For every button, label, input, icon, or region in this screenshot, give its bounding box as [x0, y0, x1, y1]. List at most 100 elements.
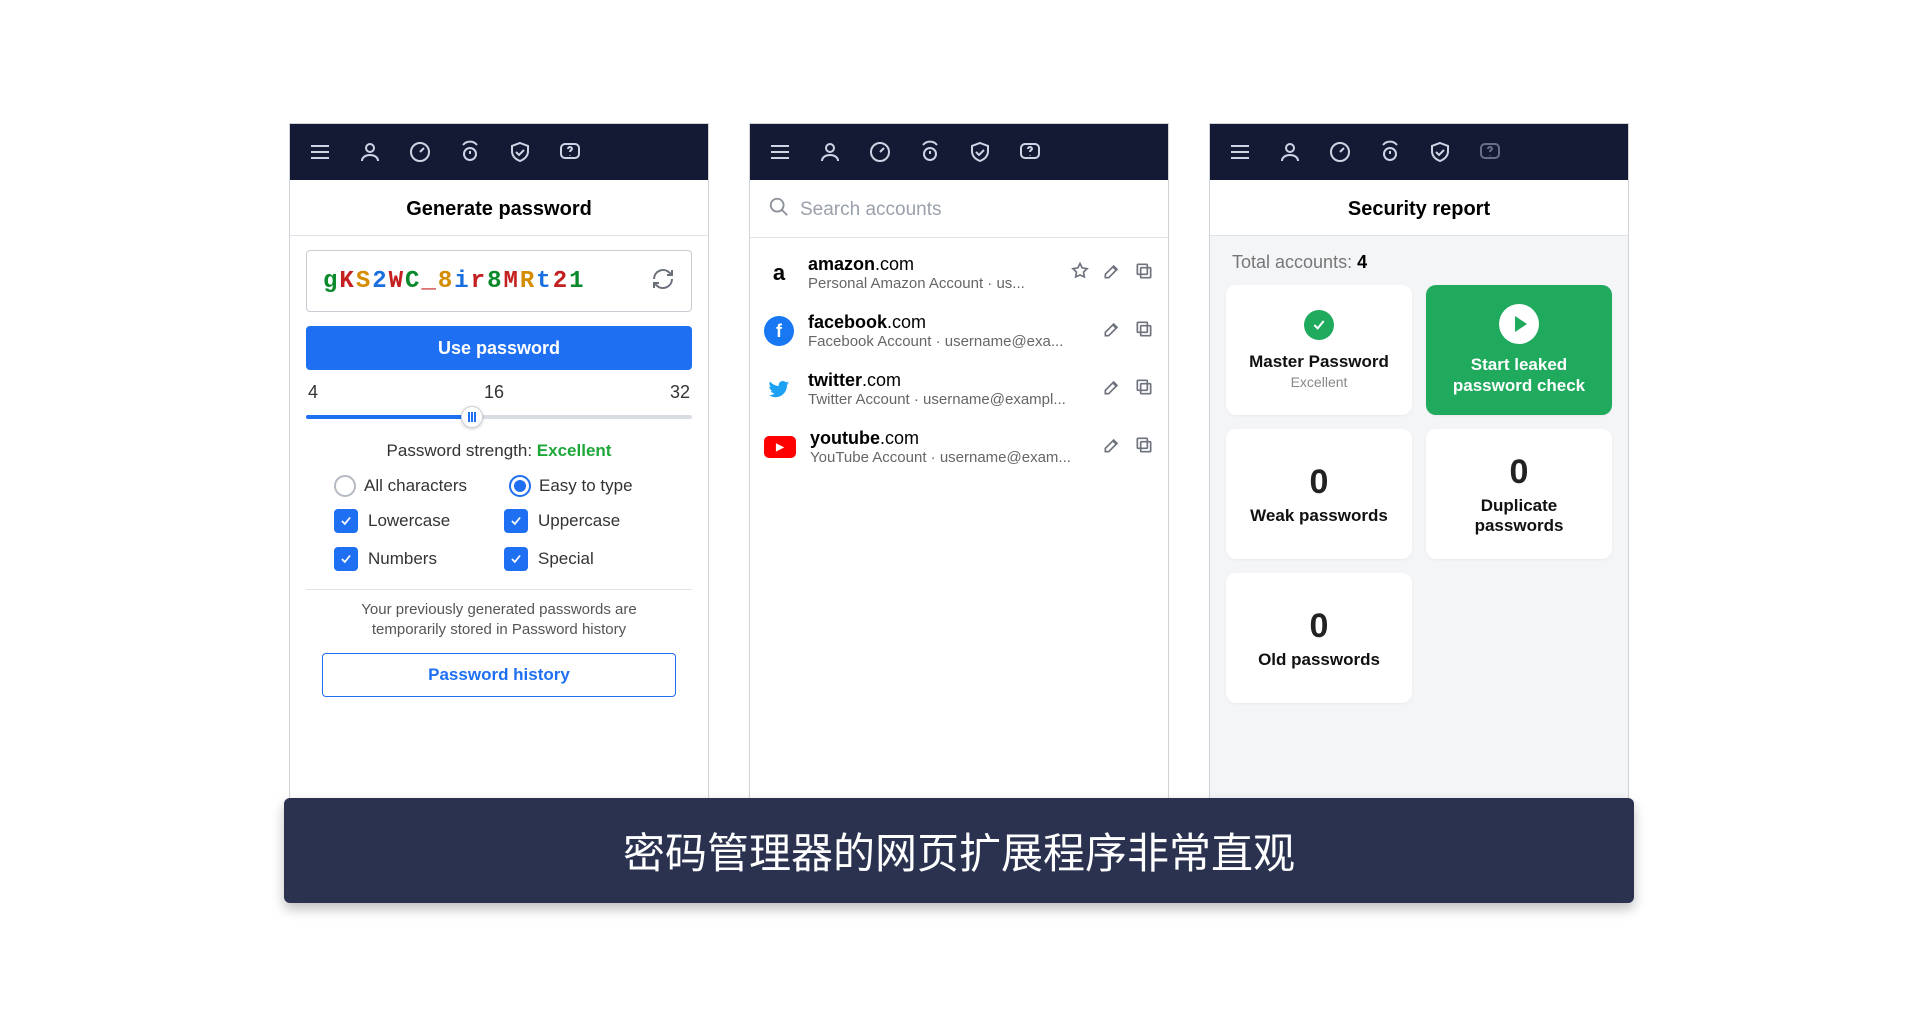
timer-icon[interactable]	[1370, 132, 1410, 172]
strength-value: Excellent	[537, 441, 612, 460]
tile-duplicate-passwords[interactable]: 0 Duplicate passwords	[1426, 429, 1612, 559]
account-actions	[1070, 261, 1154, 286]
user-icon[interactable]	[810, 132, 850, 172]
account-sub: Twitter Account · username@exampl...	[808, 391, 1088, 408]
account-row[interactable]: twitter.comTwitter Account · username@ex…	[750, 360, 1168, 418]
checkbox-label: Uppercase	[538, 511, 620, 531]
copy-icon[interactable]	[1134, 377, 1154, 402]
search-input[interactable]	[800, 199, 1150, 221]
facebook-icon: f	[764, 316, 794, 346]
account-list: aamazon.comPersonal Amazon Account · us.…	[750, 238, 1168, 482]
tile-label: Old passwords	[1258, 650, 1380, 670]
copy-icon[interactable]	[1134, 435, 1154, 460]
tile-count: 0	[1310, 463, 1329, 502]
account-domain: youtube.com	[810, 428, 1088, 449]
slider-labels: 4 16 32	[306, 382, 692, 403]
menu-icon[interactable]	[1220, 132, 1260, 172]
length-slider[interactable]	[306, 405, 692, 429]
regenerate-icon[interactable]	[651, 267, 675, 296]
checkbox-label: Lowercase	[368, 511, 450, 531]
checkbox-lowercase[interactable]: Lowercase	[334, 509, 494, 533]
account-row[interactable]: ▶ youtube.comYouTube Account · username@e…	[750, 418, 1168, 476]
tile-count: 0	[1310, 607, 1329, 646]
tile-label: Start leaked password check	[1436, 354, 1602, 397]
shield-icon[interactable]	[960, 132, 1000, 172]
copy-icon[interactable]	[1134, 261, 1154, 286]
slider-min: 4	[308, 382, 318, 403]
gauge-icon[interactable]	[860, 132, 900, 172]
strength-label: Password strength:	[387, 441, 537, 460]
account-text: youtube.comYouTube Account · username@ex…	[810, 428, 1088, 466]
slider-max: 32	[670, 382, 690, 403]
menu-icon[interactable]	[760, 132, 800, 172]
checkbox-label: Special	[538, 549, 594, 569]
password-display: gKS2WC_8ir8MRt21	[306, 250, 692, 312]
account-row[interactable]: f facebook.comFacebook Account · username…	[750, 302, 1168, 360]
checkbox-label: Numbers	[368, 549, 437, 569]
generate-password-panel: Generate password gKS2WC_8ir8MRt21 Use p…	[289, 123, 709, 803]
edit-icon[interactable]	[1102, 261, 1122, 286]
account-sub: Personal Amazon Account · us...	[808, 275, 1056, 292]
account-text: twitter.comTwitter Account · username@ex…	[808, 370, 1088, 408]
search-icon	[768, 196, 790, 223]
timer-icon[interactable]	[910, 132, 950, 172]
edit-icon[interactable]	[1102, 319, 1122, 344]
tile-label: Master Password	[1249, 352, 1389, 372]
gauge-icon[interactable]	[1320, 132, 1360, 172]
help-icon[interactable]	[1470, 132, 1510, 172]
account-actions	[1102, 435, 1154, 460]
tile-start-leaked-check[interactable]: Start leaked password check	[1426, 285, 1612, 415]
check-icon	[1304, 310, 1334, 340]
password-history-button[interactable]: Password history	[322, 653, 676, 697]
help-icon[interactable]	[550, 132, 590, 172]
shield-icon[interactable]	[1420, 132, 1460, 172]
edit-icon[interactable]	[1102, 377, 1122, 402]
timer-icon[interactable]	[450, 132, 490, 172]
account-sub: Facebook Account · username@exa...	[808, 333, 1088, 350]
checkbox-special[interactable]: Special	[504, 547, 664, 571]
use-password-button[interactable]: Use password	[306, 326, 692, 370]
caption-banner: 密码管理器的网页扩展程序非常直观	[284, 798, 1634, 903]
page-title: Generate password	[290, 180, 708, 236]
topbar	[750, 124, 1168, 180]
tile-sub: Excellent	[1291, 374, 1348, 390]
tile-weak-passwords[interactable]: 0 Weak passwords	[1226, 429, 1412, 559]
radio-all-characters[interactable]: All characters	[334, 475, 489, 497]
edit-icon[interactable]	[1102, 435, 1122, 460]
radio-easy-to-type[interactable]: Easy to type	[509, 475, 664, 497]
generated-password: gKS2WC_8ir8MRt21	[323, 268, 586, 295]
account-text: facebook.comFacebook Account · username@…	[808, 312, 1088, 350]
topbar	[1210, 124, 1628, 180]
security-report-panel: Security report Total accounts: 4 Master…	[1209, 123, 1629, 803]
play-icon	[1499, 304, 1539, 344]
account-actions	[1102, 377, 1154, 402]
total-value: 4	[1357, 252, 1367, 272]
tile-old-passwords[interactable]: 0 Old passwords	[1226, 573, 1412, 703]
user-icon[interactable]	[350, 132, 390, 172]
youtube-icon: ▶	[764, 436, 796, 458]
account-actions	[1102, 319, 1154, 344]
slider-mid: 16	[484, 382, 504, 403]
checkbox-uppercase[interactable]: Uppercase	[504, 509, 664, 533]
checkbox-numbers[interactable]: Numbers	[334, 547, 494, 571]
account-sub: YouTube Account · username@exam...	[810, 449, 1088, 466]
copy-icon[interactable]	[1134, 319, 1154, 344]
history-note: Your previously generated passwords are …	[306, 600, 692, 653]
account-domain: twitter.com	[808, 370, 1088, 391]
strength-row: Password strength: Excellent	[306, 441, 692, 461]
radio-label: Easy to type	[539, 476, 633, 496]
account-row[interactable]: aamazon.comPersonal Amazon Account · us.…	[750, 244, 1168, 302]
menu-icon[interactable]	[300, 132, 340, 172]
twitter-icon	[764, 374, 794, 404]
page-title: Security report	[1210, 180, 1628, 236]
tile-label: Duplicate passwords	[1436, 496, 1602, 536]
user-icon[interactable]	[1270, 132, 1310, 172]
tile-master-password[interactable]: Master Password Excellent	[1226, 285, 1412, 415]
gauge-icon[interactable]	[400, 132, 440, 172]
account-domain: amazon.com	[808, 254, 1056, 275]
help-icon[interactable]	[1010, 132, 1050, 172]
search-bar	[750, 180, 1168, 238]
shield-icon[interactable]	[500, 132, 540, 172]
total-label: Total accounts:	[1232, 252, 1357, 272]
star-icon[interactable]	[1070, 261, 1090, 286]
